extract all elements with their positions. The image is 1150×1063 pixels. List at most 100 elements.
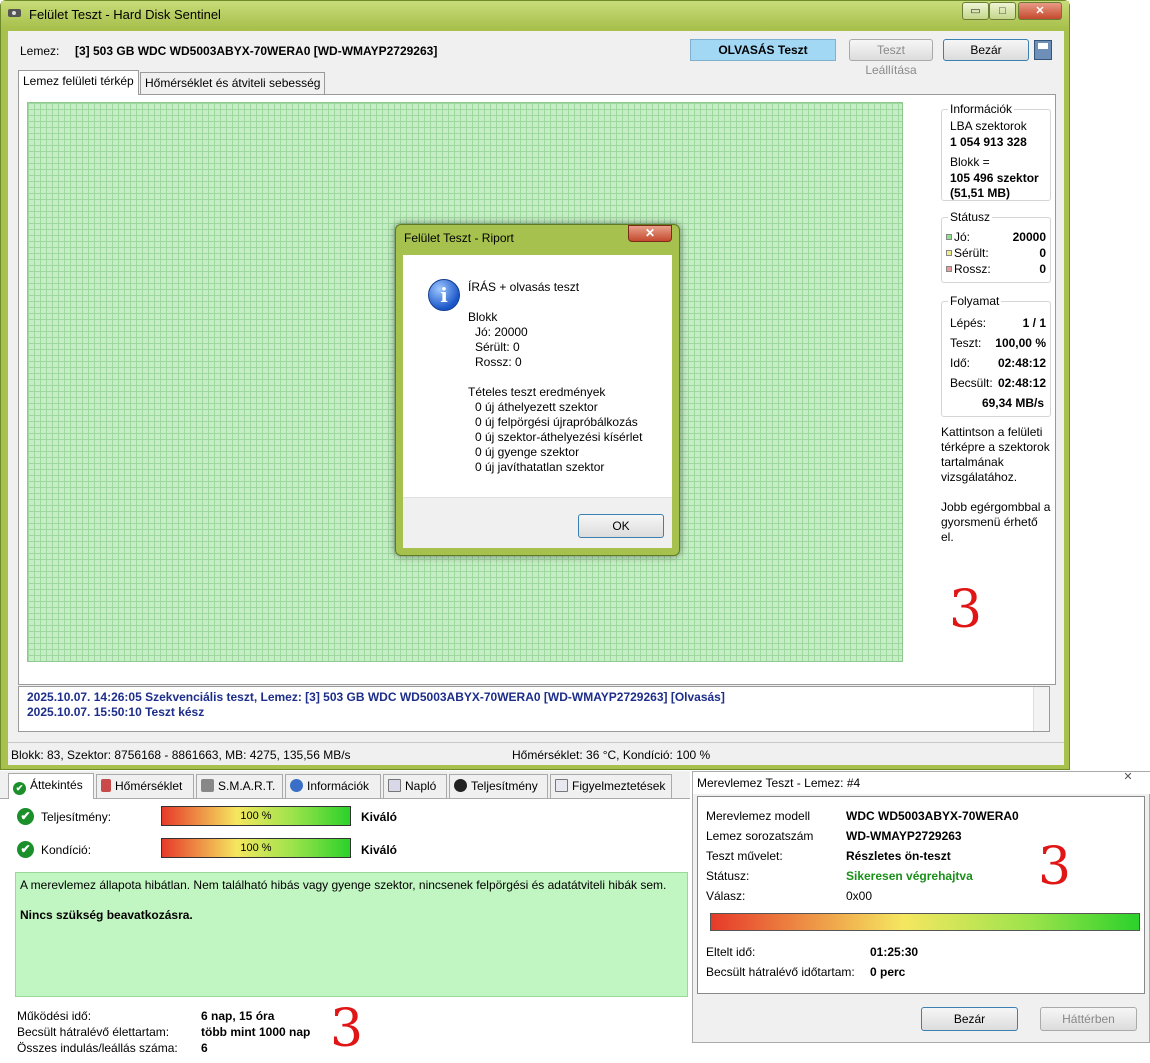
background-button[interactable]: Háttérben — [1040, 1007, 1137, 1031]
tab-smart-label: S.M.A.R.T. — [218, 779, 276, 793]
status-group: Státusz Jó: 20000 Sérült: 0 Rossz: 0 — [941, 210, 1051, 283]
check-icon: ✔ — [13, 782, 26, 795]
result-line: 0 új felpörgési újrapróbálkozás — [475, 415, 638, 429]
dialog-body: i ÍRÁS + olvasás teszt Blokk Jó: 20000 S… — [403, 255, 672, 497]
hint-click: Kattintson a felületi térképre a szektor… — [941, 425, 1050, 484]
info-group: Információk LBA szektorok 1 054 913 328 … — [941, 102, 1051, 201]
damaged-swatch-icon — [946, 250, 952, 256]
startstop-label: Összes indulás/leállás száma: — [17, 1041, 178, 1055]
response-value: 0x00 — [846, 889, 873, 903]
maximize-button[interactable]: □ — [989, 2, 1016, 20]
thermometer-icon — [101, 779, 111, 792]
tab-temperature-speed[interactable]: Hőmérséklet és átviteli sebesség — [140, 72, 326, 94]
health-message: A merevlemez állapota hibátlan. Nem talá… — [20, 878, 667, 892]
status-bar: Blokk: 83, Szektor: 8756168 - 8861663, M… — [8, 742, 1064, 765]
selftest-close-icon[interactable]: ✕ — [1111, 770, 1145, 786]
time-label: Idő: — [950, 356, 971, 370]
tab-surface-map[interactable]: Lemez felületi térkép — [18, 70, 139, 95]
performance-bar: 100 % — [161, 806, 351, 826]
operation-label: Teszt művelet: — [706, 849, 783, 863]
elapsed-label: Eltelt idő: — [706, 945, 756, 959]
log-line: 2025.10.07. 14:26:05 Szekvenciális teszt… — [27, 690, 725, 704]
estimated-label: Becsült: — [950, 376, 993, 390]
lba-value: 1 054 913 328 — [950, 135, 1027, 149]
time-value: 02:48:12 — [997, 356, 1046, 370]
tab-warnings[interactable]: Figyelmeztetések — [550, 774, 672, 798]
progress-test-row: Teszt: 100,00 % — [950, 336, 1046, 350]
serial-label: Lemez sorozatszám — [706, 829, 814, 843]
selftest-dialog: Merevlemez Teszt - Lemez: #4 ✕ Merevleme… — [692, 771, 1150, 1043]
estimated-value: 02:48:12 — [997, 376, 1046, 390]
lba-label: LBA szektorok — [950, 119, 1027, 133]
tab-log-label: Napló — [405, 779, 437, 793]
test-value: 100,00 % — [995, 336, 1046, 350]
block-info: Blokk: 83, Szektor: 8756168 - 8861663, M… — [11, 748, 351, 762]
speed-value: 69,34 MB/s — [981, 396, 1044, 410]
close-window-button[interactable]: ✕ — [1018, 2, 1062, 20]
result-line: 0 új javíthatatlan szektor — [475, 460, 605, 474]
lifetime-value: több mint 1000 nap — [201, 1025, 311, 1039]
progress-step-row: Lépés: 1 / 1 — [950, 316, 1046, 330]
app-icon — [7, 6, 23, 20]
results-title: Tételes teszt eredmények — [468, 385, 606, 399]
step-label: Lépés: — [950, 316, 987, 330]
status-good-row: Jó: 20000 — [946, 230, 1046, 244]
dialog-close-button[interactable]: ✕ — [628, 225, 672, 242]
status-good-label: Jó: — [954, 230, 971, 244]
dialog-footer: OK — [403, 497, 672, 548]
title-bar[interactable]: Felület Teszt - Hard Disk Sentinel ▭ □ ✕ — [1, 1, 1069, 27]
condition-rating: Kiváló — [361, 843, 398, 857]
cond-check-icon: ✔ — [17, 841, 34, 858]
disk-label: Lemez: — [20, 44, 60, 58]
overview-panel: ✔ Áttekintés Hőmérséklet S.M.A.R.T. Infor… — [0, 771, 690, 1063]
response-label: Válasz: — [706, 889, 746, 903]
tab-info[interactable]: Információk — [285, 774, 381, 798]
progress-group: Folyamat Lépés: 1 / 1 Teszt: 100,00 % Idő:… — [941, 294, 1051, 417]
perf-check-icon: ✔ — [17, 808, 34, 825]
annotation-mark: 3 — [949, 580, 983, 640]
uptime-value: 6 nap, 15 óra — [201, 1009, 275, 1023]
condition-label: Kondíció: — [41, 843, 92, 857]
block-mb: (51,51 MB) — [950, 186, 1011, 200]
close-button[interactable]: Bezár — [943, 39, 1029, 61]
status-good-value: 20000 — [1012, 230, 1046, 244]
info-icon: i — [428, 279, 460, 311]
selftest-titlebar[interactable]: Merevlemez Teszt - Lemez: #4 ✕ — [693, 770, 1150, 794]
tab-log[interactable]: Napló — [383, 774, 447, 798]
status-value: Sikeresen végrehajtva — [846, 869, 973, 883]
result-line: 0 új áthelyezett szektor — [475, 400, 598, 414]
tab-warnings-label: Figyelmeztetések — [572, 779, 666, 793]
selftest-close-button[interactable]: Bezár — [921, 1007, 1018, 1031]
log-scrollbar[interactable] — [1033, 687, 1049, 731]
elapsed-value: 01:25:30 — [870, 945, 919, 959]
stop-test-button[interactable]: Teszt Leállítása — [849, 39, 933, 77]
tab-performance[interactable]: Teljesítmény — [449, 774, 548, 798]
warnings-icon — [555, 779, 568, 792]
health-message-box: A merevlemez állapota hibátlan. Nem talá… — [15, 872, 688, 997]
step-value: 1 / 1 — [1022, 316, 1046, 330]
status-bad-row: Rossz: 0 — [946, 262, 1046, 276]
window-title: Felület Teszt - Hard Disk Sentinel — [29, 7, 221, 22]
ok-button[interactable]: OK — [578, 514, 664, 538]
save-icon[interactable] — [1034, 40, 1052, 60]
dialog-title: Felület Teszt - Riport — [404, 231, 514, 245]
test-label: Teszt: — [950, 336, 982, 350]
action-message: Nincs szükség beavatkozásra. — [20, 908, 193, 922]
status-label: Státusz: — [706, 869, 750, 883]
remaining-label: Becsült hátralévő időtartam: — [706, 965, 855, 979]
smart-icon — [201, 779, 214, 792]
tab-temperature-label: Hőmérséklet — [115, 779, 183, 793]
hint-rightclick: Jobb egérgombbal a gyorsmenü érhető el. — [941, 500, 1051, 544]
condition-bar: 100 % — [161, 838, 351, 858]
block-damaged: Sérült: 0 — [475, 340, 520, 354]
tab-smart[interactable]: S.M.A.R.T. — [196, 774, 283, 798]
info-icon — [290, 779, 303, 792]
selftest-body: Merevlemez modell WDC WD5003ABYX-70WERA0… — [697, 796, 1145, 994]
tab-performance-label: Teljesítmény — [471, 779, 538, 793]
minimize-button[interactable]: ▭ — [962, 2, 989, 20]
annotation-mark: 3 — [330, 999, 364, 1059]
good-swatch-icon — [946, 234, 952, 240]
tab-temperature[interactable]: Hőmérséklet — [96, 774, 194, 798]
tab-overview[interactable]: ✔ Áttekintés — [8, 773, 94, 799]
performance-rating: Kiváló — [361, 810, 398, 824]
